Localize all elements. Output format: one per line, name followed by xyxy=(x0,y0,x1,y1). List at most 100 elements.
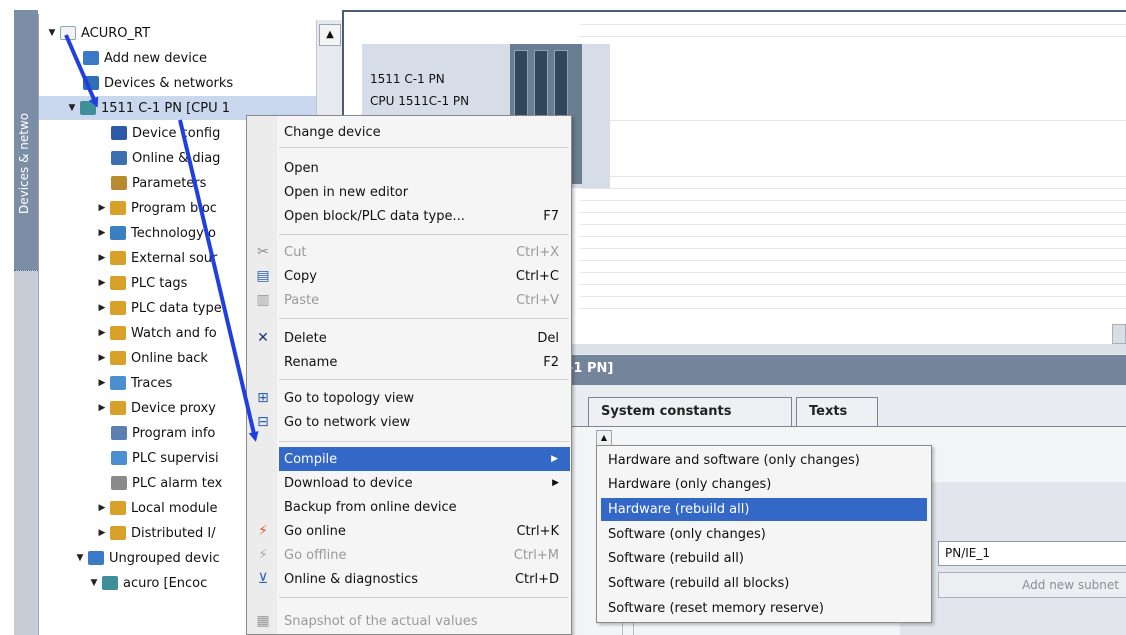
menu-item-label: Open block/PLC data type... xyxy=(284,208,465,224)
tree-item-add-new-device[interactable]: Add new device xyxy=(83,46,316,70)
network-icon xyxy=(83,76,99,90)
menu-item-shortcut: F2 xyxy=(543,354,559,370)
menu-item-open-in-new-editor[interactable]: Open in new editor xyxy=(247,180,571,204)
grid-line xyxy=(580,120,1126,121)
tab-system-constants[interactable]: System constants xyxy=(588,397,792,427)
menu-item-online-diagnostics[interactable]: ⊻ Online & diagnostics Ctrl+D xyxy=(247,567,571,591)
menu-separator xyxy=(279,441,569,442)
grid-line xyxy=(580,212,1126,213)
tree-item-label: Device proxy xyxy=(131,400,216,416)
menu-item-label: Online & diagnostics xyxy=(284,571,419,587)
devices-networks-vertical-tab[interactable]: Devices & netwo xyxy=(14,10,38,270)
tab-texts[interactable]: Texts xyxy=(796,397,878,427)
expand-arrow-icon[interactable]: ▶ xyxy=(97,328,107,338)
menu-item-shortcut: F7 xyxy=(543,208,559,224)
expand-arrow-icon[interactable]: ▶ xyxy=(97,228,107,238)
menu-item-go-online[interactable]: ⚡ Go online Ctrl+K xyxy=(247,519,571,543)
collapse-arrow-icon[interactable]: ▼ xyxy=(47,28,57,38)
submenu-item-software-reset-memory-reserve[interactable]: Software (reset memory reserve) xyxy=(601,597,927,620)
menu-item-rename[interactable]: Rename F2 xyxy=(247,350,571,374)
collapse-arrow-icon[interactable]: ▼ xyxy=(75,553,85,563)
submenu-item-software-only-changes[interactable]: Software (only changes) xyxy=(601,523,927,546)
tree-item-label: Program info xyxy=(132,425,216,441)
grid-line xyxy=(580,224,1126,225)
menu-item-cut[interactable]: ✂ Cut Ctrl+X xyxy=(247,240,571,264)
tree-item-label: Online back xyxy=(131,350,208,366)
online-diag-icon xyxy=(111,151,127,165)
tree-item-project[interactable]: ▼ ACURO_RT xyxy=(47,21,316,45)
tree-item-label: 1511 C-1 PN [CPU 1 xyxy=(101,100,230,116)
watch-table-icon xyxy=(110,326,126,340)
grid-line xyxy=(580,272,1126,273)
menu-item-copy[interactable]: ▤ Copy Ctrl+C xyxy=(247,264,571,288)
project-icon xyxy=(60,26,76,40)
scroll-up-icon[interactable]: ▲ xyxy=(319,24,341,46)
tree-item-label: PLC supervisi xyxy=(132,450,219,466)
submenu-item-hardware-rebuild-all[interactable]: Hardware (rebuild all) xyxy=(601,498,927,521)
panel-resize-button[interactable] xyxy=(1112,324,1126,344)
grid-line xyxy=(580,200,1126,201)
tree-item-label: PLC tags xyxy=(131,275,188,291)
menu-item-compile[interactable]: Compile ▶ xyxy=(279,447,570,471)
expand-arrow-icon[interactable]: ▶ xyxy=(97,303,107,313)
submenu-item-label: Hardware (only changes) xyxy=(608,477,772,492)
collapse-arrow-icon[interactable]: ▼ xyxy=(89,578,99,588)
menu-item-delete[interactable]: ✕ Delete Del xyxy=(247,326,571,350)
expand-arrow-icon[interactable]: ▶ xyxy=(97,528,107,538)
tree-item-label: ACURO_RT xyxy=(81,25,151,41)
submenu-item-hardware-only-changes[interactable]: Hardware (only changes) xyxy=(601,473,927,496)
grid-line xyxy=(580,248,1126,249)
expand-arrow-icon[interactable]: ▶ xyxy=(97,378,107,388)
submenu-item-software-rebuild-all[interactable]: Software (rebuild all) xyxy=(601,547,927,570)
tree-item-devices-networks[interactable]: Devices & networks xyxy=(83,71,316,95)
menu-item-label: Copy xyxy=(284,268,317,284)
menu-item-label: Open xyxy=(284,160,319,176)
menu-item-go-to-topology-view[interactable]: ⊞ Go to topology view xyxy=(247,386,571,410)
grid-line xyxy=(580,176,1126,177)
menu-item-go-to-network-view[interactable]: ⊟ Go to network view xyxy=(247,410,571,434)
submenu-item-label: Hardware and software (only changes) xyxy=(608,453,860,468)
tree-item-label: Distributed I/ xyxy=(131,525,216,541)
menu-item-download-to-device[interactable]: Download to device ▶ xyxy=(247,471,571,495)
tree-item-label: Online & diag xyxy=(132,150,221,166)
expand-arrow-icon[interactable]: ▶ xyxy=(97,353,107,363)
submenu-item-hardware-software-only-changes[interactable]: Hardware and software (only changes) xyxy=(601,449,927,472)
submenu-item-label: Software (only changes) xyxy=(608,527,766,542)
expand-arrow-icon[interactable]: ▶ xyxy=(97,403,107,413)
menu-item-snapshot-actual-values[interactable]: ▦ Snapshot of the actual values xyxy=(247,609,571,633)
menu-item-label: Go online xyxy=(284,523,346,539)
menu-item-go-offline[interactable]: ⚡ Go offline Ctrl+M xyxy=(247,543,571,567)
submenu-item-software-rebuild-all-blocks[interactable]: Software (rebuild all blocks) xyxy=(601,572,927,595)
scissors-icon: ✂ xyxy=(257,244,269,260)
go-offline-icon: ⚡ xyxy=(258,547,268,563)
menu-item-label: Cut xyxy=(284,244,307,260)
menu-item-backup-from-online-device[interactable]: Backup from online device xyxy=(247,495,571,519)
expand-arrow-icon[interactable]: ▶ xyxy=(97,253,107,263)
scroll-up-icon[interactable]: ▲ xyxy=(596,430,612,446)
expand-arrow-icon[interactable]: ▶ xyxy=(97,278,107,288)
delete-icon: ✕ xyxy=(257,330,269,346)
menu-item-change-device[interactable]: Change device xyxy=(247,120,571,144)
grid-line xyxy=(580,284,1126,285)
tree-item-label: Program bloc xyxy=(131,200,217,216)
add-new-subnet-button[interactable]: Add new subnet xyxy=(938,572,1126,598)
menu-item-shortcut: Ctrl+M xyxy=(513,547,559,563)
vertical-tab-strip xyxy=(14,270,38,635)
menu-item-label: Open in new editor xyxy=(284,184,409,200)
tree-item-label: PLC data type xyxy=(131,300,222,316)
menu-item-label: Change device xyxy=(284,124,381,140)
topology-view-icon: ⊞ xyxy=(257,390,269,406)
encoder-icon xyxy=(102,576,118,590)
device-type: CPU 1511C-1 PN xyxy=(370,94,470,108)
menu-item-open-block[interactable]: Open block/PLC data type... F7 xyxy=(247,204,571,228)
expand-arrow-icon[interactable]: ▶ xyxy=(97,203,107,213)
collapse-arrow-icon[interactable]: ▼ xyxy=(67,103,77,113)
expand-arrow-icon[interactable]: ▶ xyxy=(97,503,107,513)
menu-item-paste[interactable]: ▥ Paste Ctrl+V xyxy=(247,288,571,312)
submenu-arrow-icon: ▶ xyxy=(552,478,559,488)
menu-item-open[interactable]: Open xyxy=(247,156,571,180)
compile-submenu: Hardware and software (only changes) Har… xyxy=(596,445,932,623)
menu-item-label: Rename xyxy=(284,354,338,370)
tree-item-label: Ungrouped devic xyxy=(109,550,220,566)
subnet-field[interactable]: PN/IE_1 xyxy=(938,541,1126,566)
